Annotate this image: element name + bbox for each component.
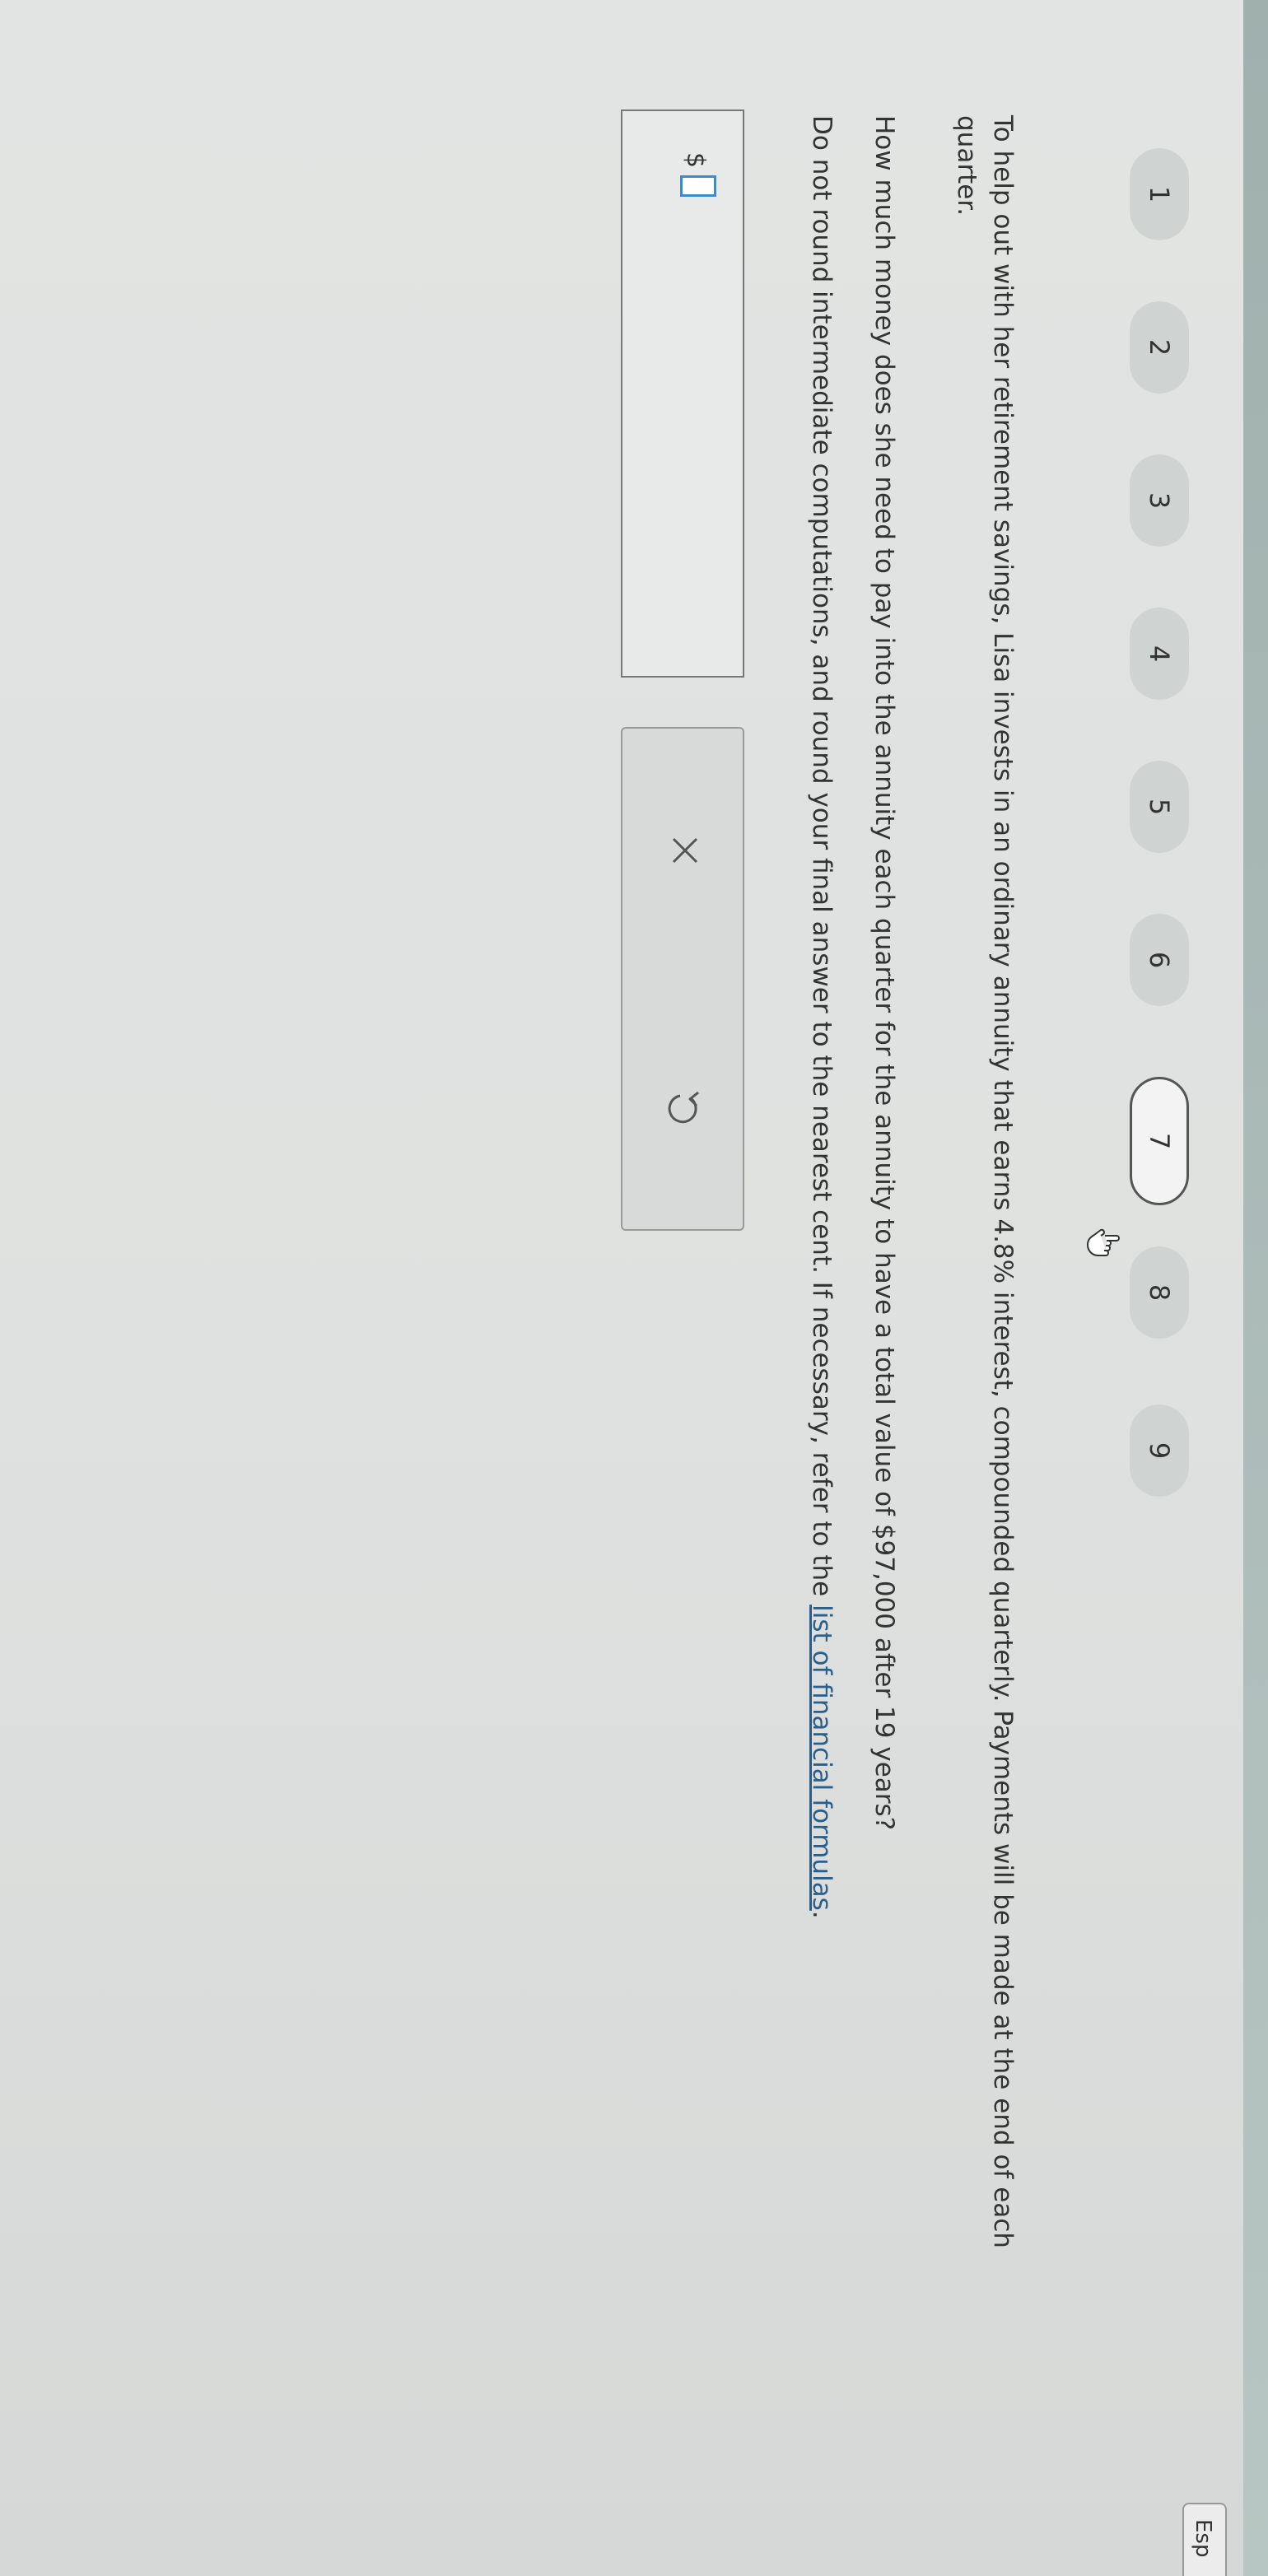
question-nav-2[interactable]: 2 bbox=[1130, 301, 1189, 394]
undo-icon bbox=[668, 1091, 699, 1124]
answer-input-field[interactable] bbox=[680, 175, 716, 197]
question-nav-8[interactable]: 8 bbox=[1130, 1246, 1189, 1339]
instruction-text: Do not round intermediate computations, … bbox=[807, 115, 837, 1605]
question-nav-9[interactable]: 9 bbox=[1130, 1404, 1189, 1497]
answer-tools-panel bbox=[621, 727, 744, 1231]
language-toggle-button[interactable]: Esp bbox=[1182, 2503, 1227, 2576]
instruction-period: . bbox=[807, 1910, 837, 1919]
question-nav-5[interactable]: 5 bbox=[1130, 761, 1189, 853]
clear-button[interactable] bbox=[660, 826, 710, 875]
question-nav-1[interactable]: 1 bbox=[1130, 148, 1189, 240]
financial-formulas-link[interactable]: list of financial formulas bbox=[807, 1605, 837, 1911]
question-paragraph-3: Do not round intermediate computations, … bbox=[807, 115, 837, 2503]
question-nav-7-current[interactable]: 7 bbox=[1130, 1077, 1189, 1205]
question-nav-6[interactable]: 6 bbox=[1130, 914, 1189, 1006]
undo-button[interactable] bbox=[660, 1083, 710, 1132]
x-icon bbox=[672, 837, 698, 864]
question-page: Esp 1 2 3 4 5 6 7 8 9 To help out with h… bbox=[0, 0, 1268, 2576]
hand-pointer-icon bbox=[1085, 1223, 1123, 1260]
top-bar bbox=[1243, 0, 1268, 2576]
currency-symbol: $ bbox=[681, 152, 710, 169]
question-nav-3[interactable]: 3 bbox=[1130, 454, 1189, 547]
question-paragraph-2: How much money does she need to pay into… bbox=[869, 115, 899, 1831]
photo-screen: Esp 1 2 3 4 5 6 7 8 9 To help out with h… bbox=[0, 0, 1268, 2576]
question-nav-4[interactable]: 4 bbox=[1130, 608, 1189, 700]
question-paragraph-1: To help out with her retirement savings,… bbox=[952, 115, 1018, 2248]
answer-input-box[interactable]: $ bbox=[621, 109, 744, 678]
